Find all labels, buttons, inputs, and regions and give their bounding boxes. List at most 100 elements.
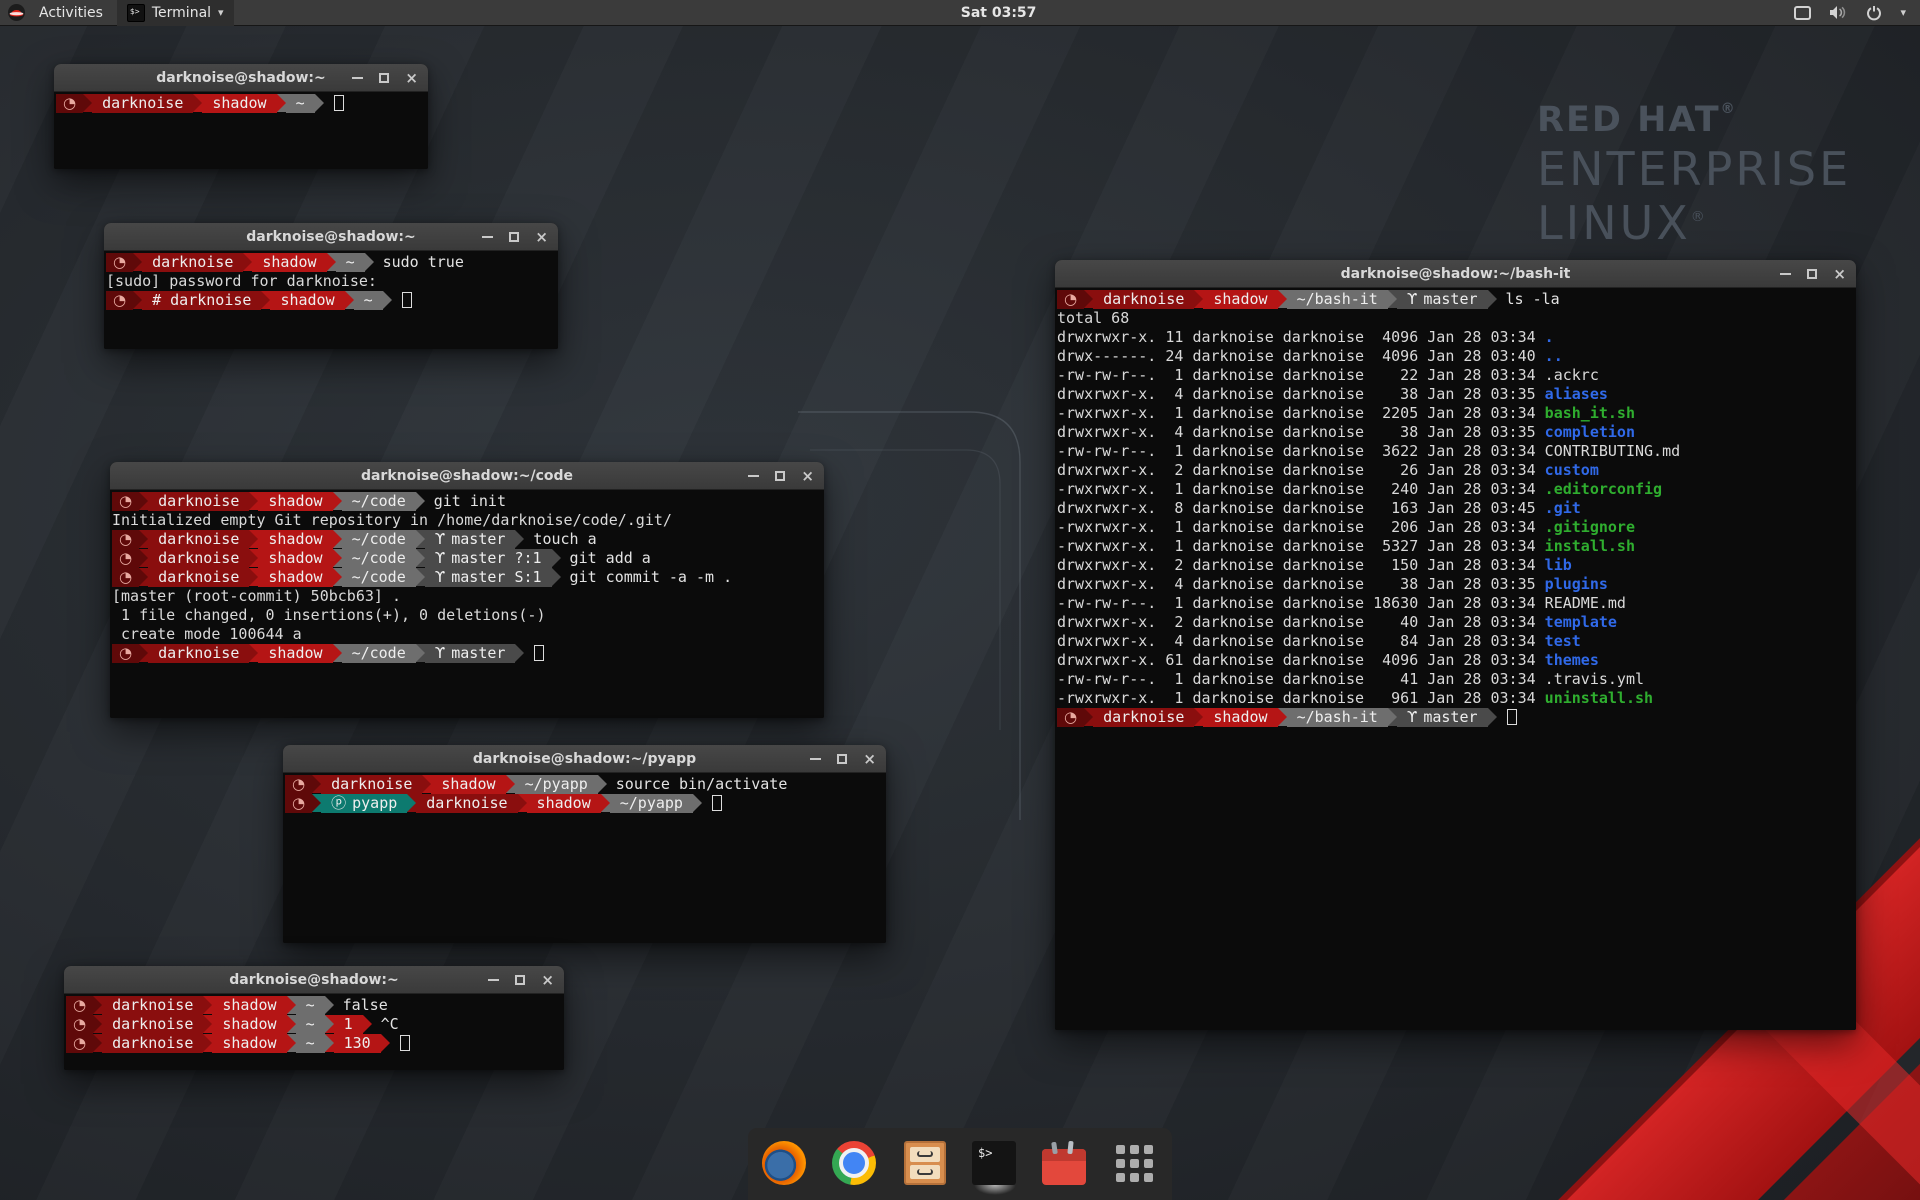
status-caret-icon[interactable]: ▾	[1900, 6, 1906, 19]
window-titlebar[interactable]: darknoise@shadow:~/pyapp×	[283, 745, 886, 773]
terminal-cursor[interactable]	[534, 645, 544, 661]
redhat-prompt-icon: ◔	[113, 291, 126, 309]
maximize-button[interactable]	[515, 975, 525, 985]
powerline-separator-icon	[407, 794, 416, 812]
ls-row-meta: -rwxrwxr-x. 1 darknoise darknoise 240 Ja…	[1057, 480, 1545, 498]
ls-row: drwxrwxr-x. 4 darknoise darknoise 38 Jan…	[1057, 575, 1856, 594]
terminal-dock-icon-active[interactable]: $>	[972, 1141, 1018, 1187]
powerline-separator-icon	[345, 291, 354, 309]
display-icon[interactable]	[1794, 6, 1811, 20]
powerline-separator-icon	[249, 568, 258, 586]
ls-row: drwxrwxr-x. 2 darknoise darknoise 40 Jan…	[1057, 613, 1856, 632]
close-button[interactable]: ×	[863, 752, 876, 767]
terminal-cursor[interactable]	[712, 795, 722, 811]
ls-row: drwxrwxr-x. 61 darknoise darknoise 4096 …	[1057, 651, 1856, 670]
window-controls: ×	[810, 745, 876, 773]
git-branch-icon: ϒ	[1407, 708, 1417, 726]
volume-icon[interactable]	[1829, 5, 1848, 20]
prompt-segment-user: darknoise	[148, 568, 249, 587]
ls-row: drwxrwxr-x. 8 darknoise darknoise 163 Ja…	[1057, 499, 1856, 518]
redhat-prompt-icon: ◔	[119, 568, 132, 586]
window-titlebar[interactable]: darknoise@shadow:~×	[54, 64, 428, 92]
terminal-cursor[interactable]	[1507, 709, 1517, 725]
prompt-segment-path: ~/pyapp	[610, 794, 693, 813]
close-button[interactable]: ×	[541, 973, 554, 988]
window-title: darknoise@shadow:~	[229, 972, 399, 988]
files-dock-icon[interactable]	[902, 1141, 948, 1187]
command-text: git init	[434, 492, 506, 511]
terminal-content[interactable]: ◔darknoiseshadow~/bash-itϒmasterls -lato…	[1055, 288, 1856, 1030]
prompt-segment-user: darknoise	[148, 492, 249, 511]
ls-row-filename: .editorconfig	[1545, 480, 1662, 498]
powerline-separator-icon	[381, 1034, 390, 1052]
ls-row: -rw-rw-r--. 1 darknoise darknoise 3622 J…	[1057, 442, 1856, 461]
window-titlebar[interactable]: darknoise@shadow:~/bash-it ×	[1055, 260, 1856, 288]
minimize-button[interactable]	[1780, 273, 1791, 275]
redhat-prompt-icon: ◔	[292, 794, 305, 812]
redhat-menu-icon[interactable]	[8, 4, 25, 21]
ls-row: -rwxrwxr-x. 1 darknoise darknoise 206 Ja…	[1057, 518, 1856, 537]
powerline-separator-icon	[515, 530, 524, 548]
maximize-button[interactable]	[837, 754, 847, 764]
powerline-separator-icon	[552, 549, 561, 567]
ls-row-meta: -rw-rw-r--. 1 darknoise darknoise 3622 J…	[1057, 442, 1545, 460]
window-titlebar[interactable]: darknoise@shadow:~/code×	[110, 462, 824, 490]
powerline-separator-icon	[1278, 290, 1287, 308]
powerline-separator-icon	[83, 94, 92, 112]
window-titlebar[interactable]: darknoise@shadow:~×	[104, 223, 558, 251]
app-grid-dock-icon[interactable]	[1112, 1141, 1158, 1187]
ls-row-filename: plugins	[1545, 575, 1608, 593]
terminal-content[interactable]: ◔darknoiseshadow~	[54, 92, 428, 169]
ls-row-filename: .ackrc	[1545, 366, 1599, 384]
ls-row: drwxrwxr-x. 2 darknoise darknoise 26 Jan…	[1057, 461, 1856, 480]
minimize-button[interactable]	[352, 77, 363, 79]
close-button[interactable]: ×	[801, 469, 814, 484]
terminal-window-win2: darknoise@shadow:~×◔darknoiseshadow~sudo…	[104, 223, 558, 349]
powerline-separator-icon	[1388, 708, 1397, 726]
close-button[interactable]: ×	[1833, 267, 1846, 282]
close-button[interactable]: ×	[535, 230, 548, 245]
ls-row-meta: -rw-rw-r--. 1 darknoise darknoise 41 Jan…	[1057, 670, 1545, 688]
minimize-button[interactable]	[810, 758, 821, 760]
terminal-content[interactable]: ◔darknoiseshadow~false◔darknoiseshadow~1…	[64, 994, 564, 1070]
command-text: ls -la	[1506, 290, 1560, 309]
prompt-segment-path: ~	[336, 253, 365, 272]
maximize-button[interactable]	[775, 471, 785, 481]
terminal-cursor[interactable]	[334, 95, 344, 111]
redhat-prompt-icon: ◔	[73, 996, 86, 1014]
git-branch-icon: ϒ	[435, 568, 445, 586]
powerline-separator-icon	[93, 1015, 102, 1033]
terminal-prompt-line: ◔# darknoiseshadow~	[106, 291, 558, 310]
clock[interactable]: Sat 03:57	[961, 5, 1037, 21]
firefox-dock-icon[interactable]	[762, 1141, 808, 1187]
close-button[interactable]: ×	[405, 71, 418, 86]
toolbox-dock-icon[interactable]	[1042, 1141, 1088, 1187]
ls-row-filename: custom	[1545, 461, 1599, 479]
power-icon[interactable]	[1866, 5, 1882, 21]
powerline-separator-icon	[383, 291, 392, 309]
ls-row: drwxrwxr-x. 2 darknoise darknoise 150 Ja…	[1057, 556, 1856, 575]
prompt-segment-icon: ◔	[1057, 290, 1084, 309]
prompt-segment-host: shadow	[258, 549, 332, 568]
minimize-button[interactable]	[482, 236, 493, 238]
ls-row-filename: .	[1545, 328, 1554, 346]
minimize-button[interactable]	[488, 979, 499, 981]
powerline-separator-icon	[287, 1034, 296, 1052]
maximize-button[interactable]	[379, 73, 389, 83]
prompt-segment-path: ~	[296, 1034, 325, 1053]
terminal-content[interactable]: ◔darknoiseshadow~sudo true[sudo] passwor…	[104, 251, 558, 349]
terminal-content[interactable]: ◔darknoiseshadow~/codegit initInitialize…	[110, 490, 824, 718]
maximize-button[interactable]	[1807, 269, 1817, 279]
chrome-dock-icon[interactable]	[832, 1141, 878, 1187]
terminal-cursor[interactable]	[400, 1035, 410, 1051]
terminal-content[interactable]: ◔darknoiseshadow~/pyappsource bin/activa…	[283, 773, 886, 943]
maximize-button[interactable]	[509, 232, 519, 242]
app-menu-terminal[interactable]: $> Terminal ▾	[117, 0, 234, 26]
prompt-segment-icon: ◔	[66, 1015, 93, 1034]
activities-button[interactable]: Activities	[33, 5, 109, 21]
window-title: darknoise@shadow:~/bash-it	[1341, 266, 1571, 282]
powerline-separator-icon	[133, 291, 142, 309]
minimize-button[interactable]	[748, 475, 759, 477]
window-titlebar[interactable]: darknoise@shadow:~ ×	[64, 966, 564, 994]
terminal-cursor[interactable]	[402, 292, 412, 308]
